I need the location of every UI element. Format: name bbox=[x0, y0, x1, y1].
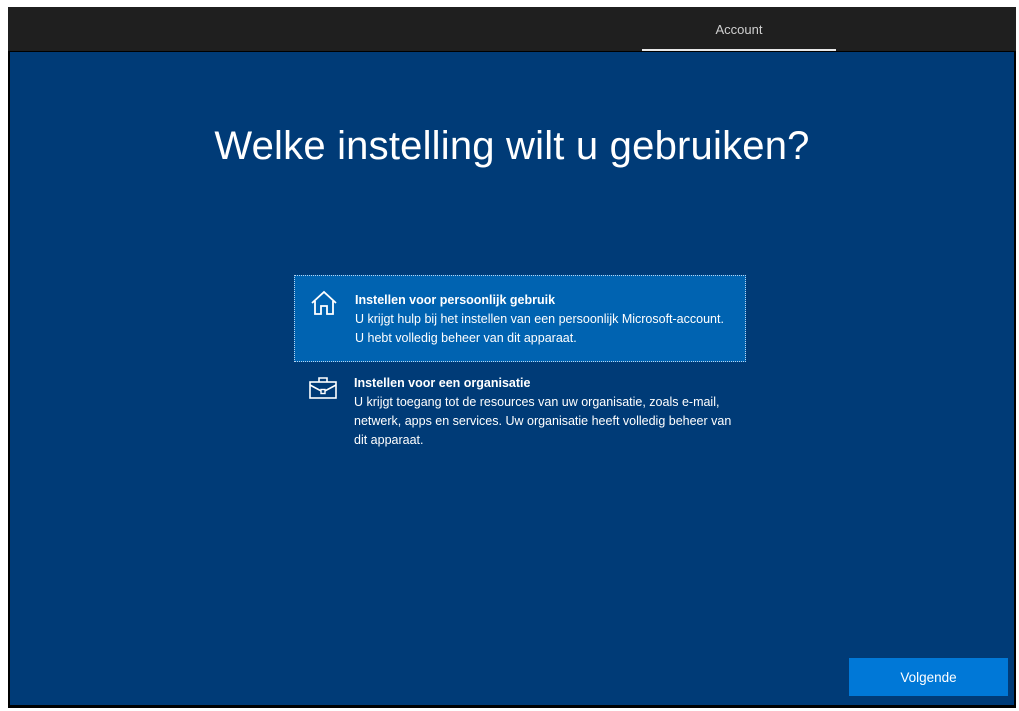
top-bar: Account bbox=[8, 7, 1016, 51]
active-tab-indicator bbox=[642, 49, 836, 51]
next-button[interactable]: Volgende bbox=[849, 658, 1008, 696]
home-icon bbox=[309, 289, 339, 317]
briefcase-icon bbox=[308, 374, 338, 402]
option-personal-use[interactable]: Instellen voor persoonlijk gebruik U kri… bbox=[294, 275, 746, 362]
option-text: Instellen voor persoonlijk gebruik U kri… bbox=[355, 291, 735, 348]
option-heading: Instellen voor een organisatie bbox=[354, 376, 531, 390]
page-title: Welke instelling wilt u gebruiken? bbox=[214, 124, 810, 168]
option-description: U krijgt toegang tot de resources van uw… bbox=[354, 395, 732, 447]
tab-account[interactable]: Account bbox=[642, 7, 836, 51]
option-organization[interactable]: Instellen voor een organisatie U krijgt … bbox=[294, 370, 746, 454]
option-text: Instellen voor een organisatie U krijgt … bbox=[354, 374, 736, 450]
option-heading: Instellen voor persoonlijk gebruik bbox=[355, 293, 556, 307]
main-panel: Welke instelling wilt u gebruiken? Inste… bbox=[10, 52, 1014, 705]
option-description: U krijgt hulp bij het instellen van een … bbox=[355, 312, 724, 345]
setup-window: Account Welke instelling wilt u gebruike… bbox=[8, 7, 1016, 708]
